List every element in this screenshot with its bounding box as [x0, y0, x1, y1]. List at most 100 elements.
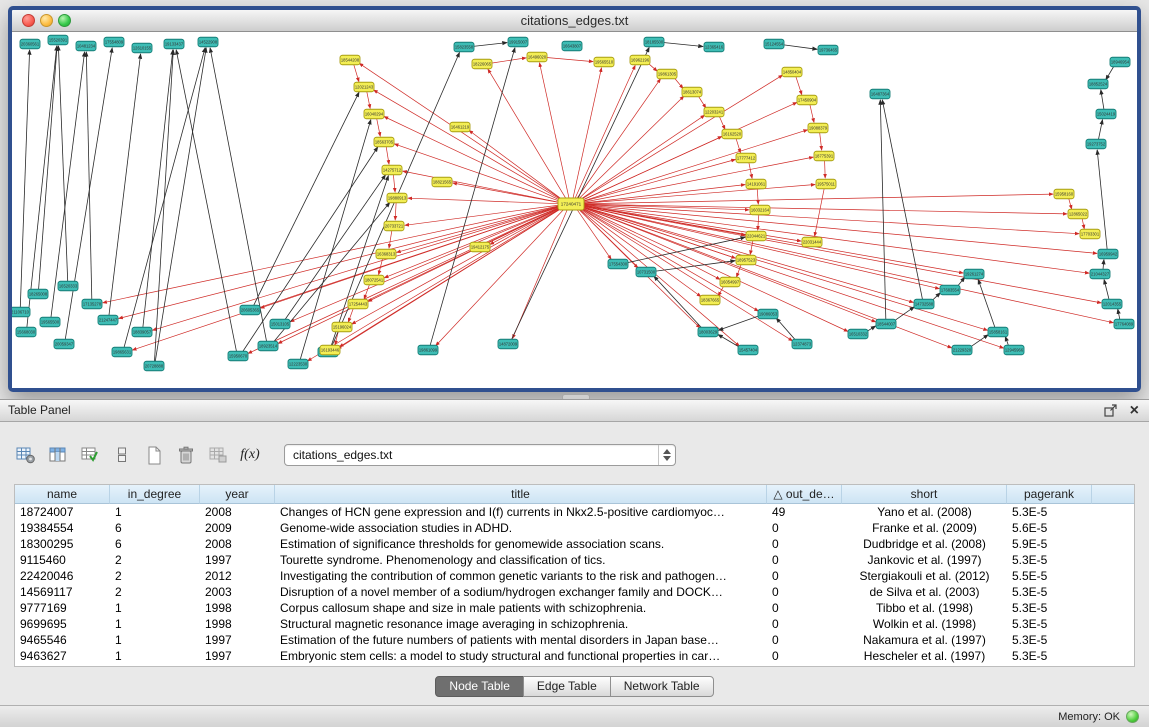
- graph-node[interactable]: 21229320: [952, 345, 972, 355]
- graph-edge[interactable]: [285, 175, 386, 320]
- graph-edge[interactable]: [109, 54, 141, 315]
- column-header-5[interactable]: short: [842, 485, 1007, 504]
- graph-node[interactable]: 12365416: [704, 42, 724, 52]
- graph-node[interactable]: 18821565: [432, 177, 452, 187]
- function-builder-icon[interactable]: f(x): [238, 443, 262, 467]
- graph-node[interactable]: 19086053: [758, 309, 778, 319]
- graph-node[interactable]: 19565510: [594, 57, 614, 67]
- table-row[interactable]: 946554611997Estimation of the future num…: [15, 632, 1134, 648]
- graph-edge[interactable]: [796, 76, 802, 94]
- graph-edge[interactable]: [578, 207, 701, 297]
- graph-edge[interactable]: [758, 215, 759, 230]
- graph-edge[interactable]: [20, 50, 29, 307]
- table-row[interactable]: 2242004622012Investigating the contribut…: [15, 568, 1134, 584]
- graph-node[interactable]: 21044327: [1090, 269, 1110, 279]
- graph-node[interactable]: 17450904: [797, 95, 817, 105]
- graph-edge[interactable]: [430, 48, 515, 345]
- graph-node[interactable]: 19880913: [387, 193, 407, 203]
- graph-edge[interactable]: [469, 130, 564, 201]
- graph-edge[interactable]: [278, 206, 564, 343]
- graph-node[interactable]: 20360561: [20, 39, 40, 49]
- graph-node[interactable]: 16032164: [750, 205, 770, 215]
- graph-node[interactable]: 16054997: [720, 277, 740, 287]
- table-row[interactable]: 1830029562008Estimation of significance …: [15, 536, 1134, 552]
- graph-edge[interactable]: [978, 280, 995, 328]
- graph-node[interactable]: 17254443: [348, 299, 368, 309]
- minimize-window-button[interactable]: [40, 14, 53, 27]
- graph-node[interactable]: 12021243: [354, 82, 374, 92]
- graph-node[interactable]: 17683554: [940, 285, 960, 295]
- column-header-3[interactable]: title: [275, 485, 767, 504]
- graph-edge[interactable]: [436, 208, 566, 346]
- graph-node[interactable]: 18613074: [682, 87, 702, 97]
- graph-edge[interactable]: [662, 42, 703, 46]
- graph-node[interactable]: 17777412: [736, 153, 756, 163]
- graph-node[interactable]: 19133437: [164, 39, 184, 49]
- graph-node[interactable]: 18265008: [28, 289, 48, 299]
- graph-node[interactable]: 19736465: [818, 45, 838, 55]
- graph-edge[interactable]: [352, 206, 564, 324]
- table-row[interactable]: 946362711997Embryonic stem cells: a mode…: [15, 648, 1134, 664]
- graph-node[interactable]: 16643807: [562, 41, 582, 51]
- graph-node[interactable]: 16496020: [527, 52, 547, 62]
- table-row[interactable]: 977716911998Corpus callosum shape and si…: [15, 600, 1134, 616]
- graph-node[interactable]: 20605365: [240, 305, 260, 315]
- graph-node[interactable]: 18923514: [258, 341, 278, 351]
- graph-edge[interactable]: [348, 308, 353, 322]
- graph-edge[interactable]: [27, 46, 57, 327]
- graph-edge[interactable]: [359, 63, 564, 201]
- graph-node[interactable]: 18367665: [700, 295, 720, 305]
- graph-edge[interactable]: [882, 100, 922, 299]
- graph-edge[interactable]: [103, 205, 563, 303]
- graph-edge[interactable]: [880, 100, 886, 319]
- graph-node[interactable]: 12945966: [1004, 345, 1024, 355]
- tab-network-table[interactable]: Network Table: [610, 676, 714, 697]
- graph-edge[interactable]: [654, 261, 735, 272]
- graph-node[interactable]: 15520391: [48, 35, 68, 45]
- table-row[interactable]: 1938455462009Genome-wide association stu…: [15, 520, 1134, 536]
- graph-edge[interactable]: [575, 65, 636, 199]
- graph-edge[interactable]: [389, 231, 392, 248]
- graph-node[interactable]: 19861305: [657, 69, 677, 79]
- graph-node[interactable]: 18775391: [814, 151, 834, 161]
- show-columns-icon[interactable]: [46, 443, 70, 467]
- graph-edge[interactable]: [153, 205, 564, 330]
- graph-node[interactable]: 18226065: [472, 59, 492, 69]
- graph-node[interactable]: 22031444: [802, 237, 822, 247]
- tab-node-table[interactable]: Node Table: [435, 676, 524, 697]
- graph-node[interactable]: 18946954: [1110, 57, 1130, 67]
- delete-table-icon[interactable]: [174, 443, 198, 467]
- graph-edge[interactable]: [260, 206, 563, 309]
- graph-edge[interactable]: [576, 79, 661, 200]
- graph-node[interactable]: 21106710: [12, 307, 30, 317]
- graph-node[interactable]: 14191061: [746, 179, 766, 189]
- graph-edge[interactable]: [578, 207, 793, 341]
- graph-edge[interactable]: [698, 95, 706, 108]
- graph-edge[interactable]: [749, 163, 752, 179]
- graph-edge[interactable]: [776, 318, 796, 341]
- graph-edge[interactable]: [577, 96, 684, 201]
- graph-edge[interactable]: [825, 161, 826, 178]
- graph-node[interactable]: 18852524: [1088, 79, 1108, 89]
- graph-node[interactable]: 16959942: [1098, 249, 1118, 259]
- graph-node[interactable]: 16193446: [320, 345, 340, 355]
- graph-node[interactable]: 15124554: [764, 39, 784, 49]
- graph-edge[interactable]: [1103, 260, 1104, 270]
- graph-node[interactable]: 15823558: [454, 42, 474, 52]
- graph-node[interactable]: 16040294: [364, 109, 384, 119]
- rows-icon[interactable]: [110, 443, 134, 467]
- graph-edge[interactable]: [386, 147, 389, 164]
- graph-node[interactable]: 19261274: [964, 269, 984, 279]
- graph-node[interactable]: 14850404: [782, 67, 802, 77]
- graph-edge[interactable]: [579, 204, 1067, 214]
- graph-edge[interactable]: [490, 206, 564, 244]
- graph-edge[interactable]: [384, 117, 564, 202]
- graph-edge[interactable]: [579, 185, 815, 204]
- graph-node[interactable]: 10731500: [636, 267, 656, 277]
- zoom-window-button[interactable]: [58, 14, 71, 27]
- network-canvas[interactable]: 2036056115520391104812341755480912610155…: [12, 32, 1137, 388]
- graph-edge[interactable]: [86, 52, 92, 299]
- graph-node[interactable]: 21247447: [98, 315, 118, 325]
- table-settings-icon[interactable]: [14, 443, 38, 467]
- graph-node[interactable]: 14522908: [198, 37, 218, 47]
